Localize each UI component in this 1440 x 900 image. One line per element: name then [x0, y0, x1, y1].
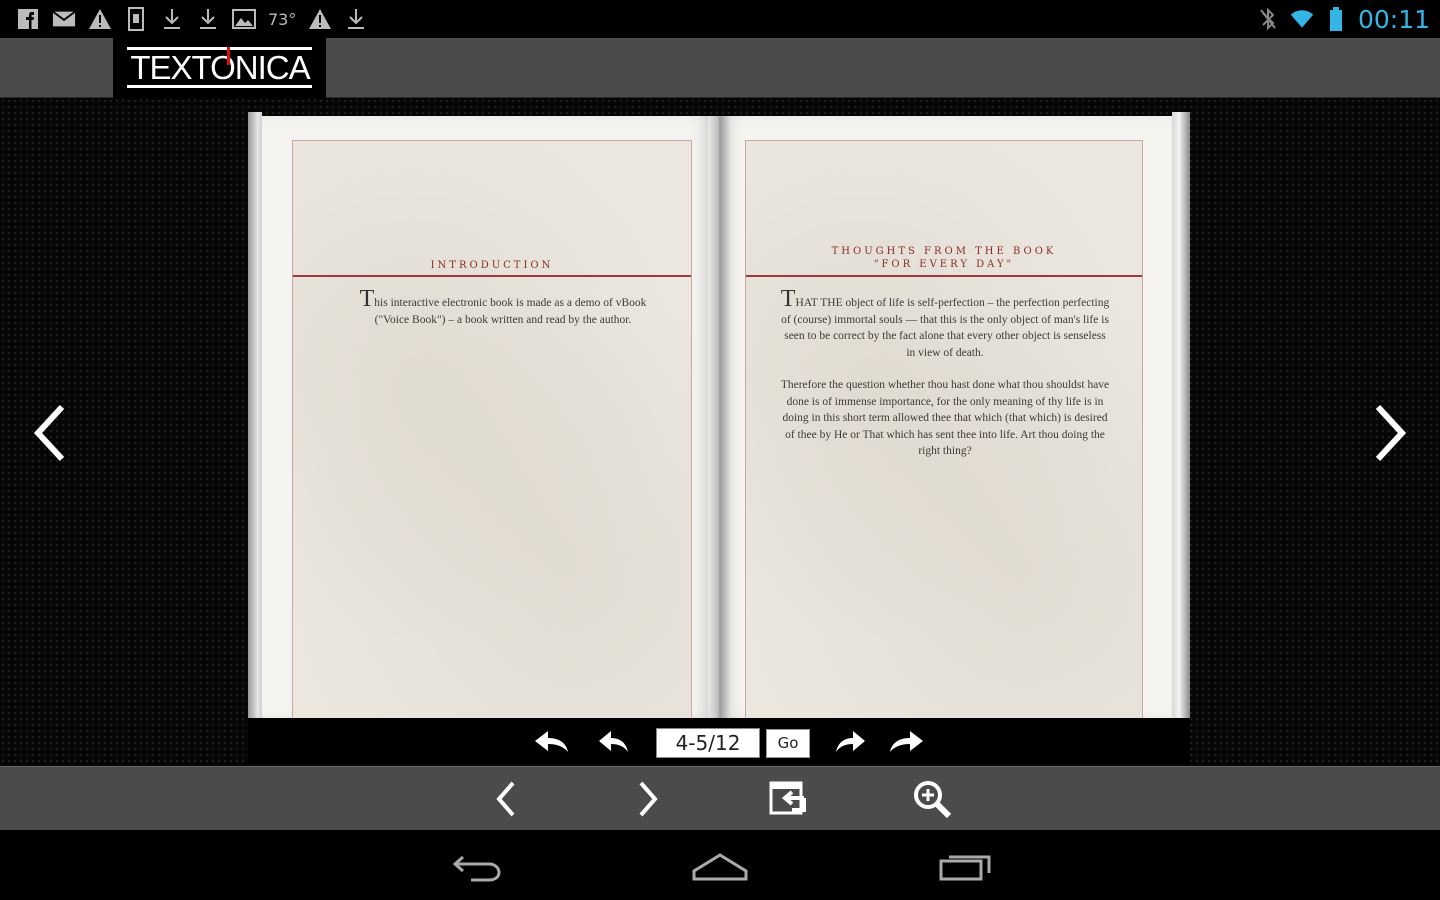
back-chevron-button[interactable]	[482, 777, 530, 821]
book-edge-left	[248, 112, 262, 718]
system-home-icon[interactable]	[685, 845, 755, 889]
system-back-icon[interactable]	[442, 845, 512, 889]
image-icon	[232, 7, 256, 31]
left-chapter-title: INTRODUCTION	[430, 260, 554, 271]
next-page-arrow[interactable]	[1360, 398, 1420, 468]
zoom-in-button[interactable]	[908, 777, 956, 821]
left-page-rule	[293, 275, 691, 277]
right-page[interactable]: THOUGHTS FROM THE BOOK "FOR EVERY DAY" T…	[717, 116, 1172, 720]
book-toolbar: 4-5/12 Go	[248, 718, 1190, 764]
right-paragraph-2: Therefore the question whether thou hast…	[780, 379, 1110, 457]
mail-icon	[52, 7, 76, 31]
right-paragraph-1-text: HAT THE object of life is self-perfectio…	[781, 297, 1110, 359]
warning-icon	[308, 7, 332, 31]
warning-icon	[88, 7, 112, 31]
clock: 00:11	[1357, 4, 1430, 34]
left-drop-cap: T	[359, 286, 375, 312]
status-bar: 73° 00:11	[0, 0, 1440, 38]
left-page-body: his interactive electronic book is made …	[374, 297, 647, 326]
logo-rule-bottom	[127, 85, 312, 88]
right-chapter-title-line1: THOUGHTS FROM THE BOOK	[831, 246, 1057, 257]
app-header: TEXTONICA	[0, 38, 1440, 98]
left-page[interactable]: INTRODUCTION This interactive electronic…	[262, 116, 717, 720]
temperature-label: 73°	[268, 9, 297, 29]
download-icon	[196, 7, 220, 31]
open-book: INTRODUCTION This interactive electronic…	[248, 112, 1190, 720]
reader-stage: INTRODUCTION This interactive electronic…	[0, 98, 1440, 766]
right-page-text: THAT THE object of life is self-perfecti…	[780, 287, 1110, 460]
right-chapter-title-line2: "FOR EVERY DAY"	[873, 259, 1015, 270]
previous-page-arrow[interactable]	[20, 398, 80, 468]
download-icon	[160, 7, 184, 31]
first-page-button[interactable]	[530, 726, 574, 758]
page-number-input[interactable]: 4-5/12	[656, 728, 760, 758]
right-paragraph-1: THAT THE object of life is self-perfecti…	[780, 287, 1110, 361]
system-navigation-bar	[0, 830, 1440, 900]
book-spine	[708, 116, 730, 718]
left-page-text: This interactive electronic book is made…	[353, 287, 653, 328]
left-page-content: INTRODUCTION This interactive electronic…	[292, 140, 692, 720]
notification-icons: 73°	[16, 6, 368, 32]
app-bottom-bar	[0, 766, 1440, 830]
previous-page-button[interactable]	[592, 726, 636, 758]
bluetooth-off-icon	[1256, 7, 1280, 31]
battery-icon	[1324, 7, 1348, 31]
logo-text: TEXTONICA	[130, 49, 310, 86]
next-page-button[interactable]	[828, 726, 872, 758]
download-icon	[344, 7, 368, 31]
sim-icon	[124, 7, 148, 31]
switch-view-button[interactable]	[764, 777, 812, 821]
right-page-rule	[746, 275, 1142, 277]
logo-accent-mark	[227, 47, 230, 65]
right-drop-cap: T	[780, 286, 796, 312]
right-page-content: THOUGHTS FROM THE BOOK "FOR EVERY DAY" T…	[745, 140, 1143, 720]
go-button[interactable]: Go	[766, 729, 810, 758]
book-edge-right	[1172, 112, 1190, 718]
last-page-button[interactable]	[884, 726, 928, 758]
forward-chevron-button[interactable]	[624, 777, 672, 821]
right-chapter-title: THOUGHTS FROM THE BOOK "FOR EVERY DAY"	[746, 245, 1142, 271]
app-logo: TEXTONICA	[113, 38, 326, 98]
system-recents-icon[interactable]	[930, 845, 1000, 889]
wifi-icon	[1290, 7, 1314, 31]
facebook-icon	[16, 7, 40, 31]
system-indicators: 00:11	[1256, 4, 1430, 34]
